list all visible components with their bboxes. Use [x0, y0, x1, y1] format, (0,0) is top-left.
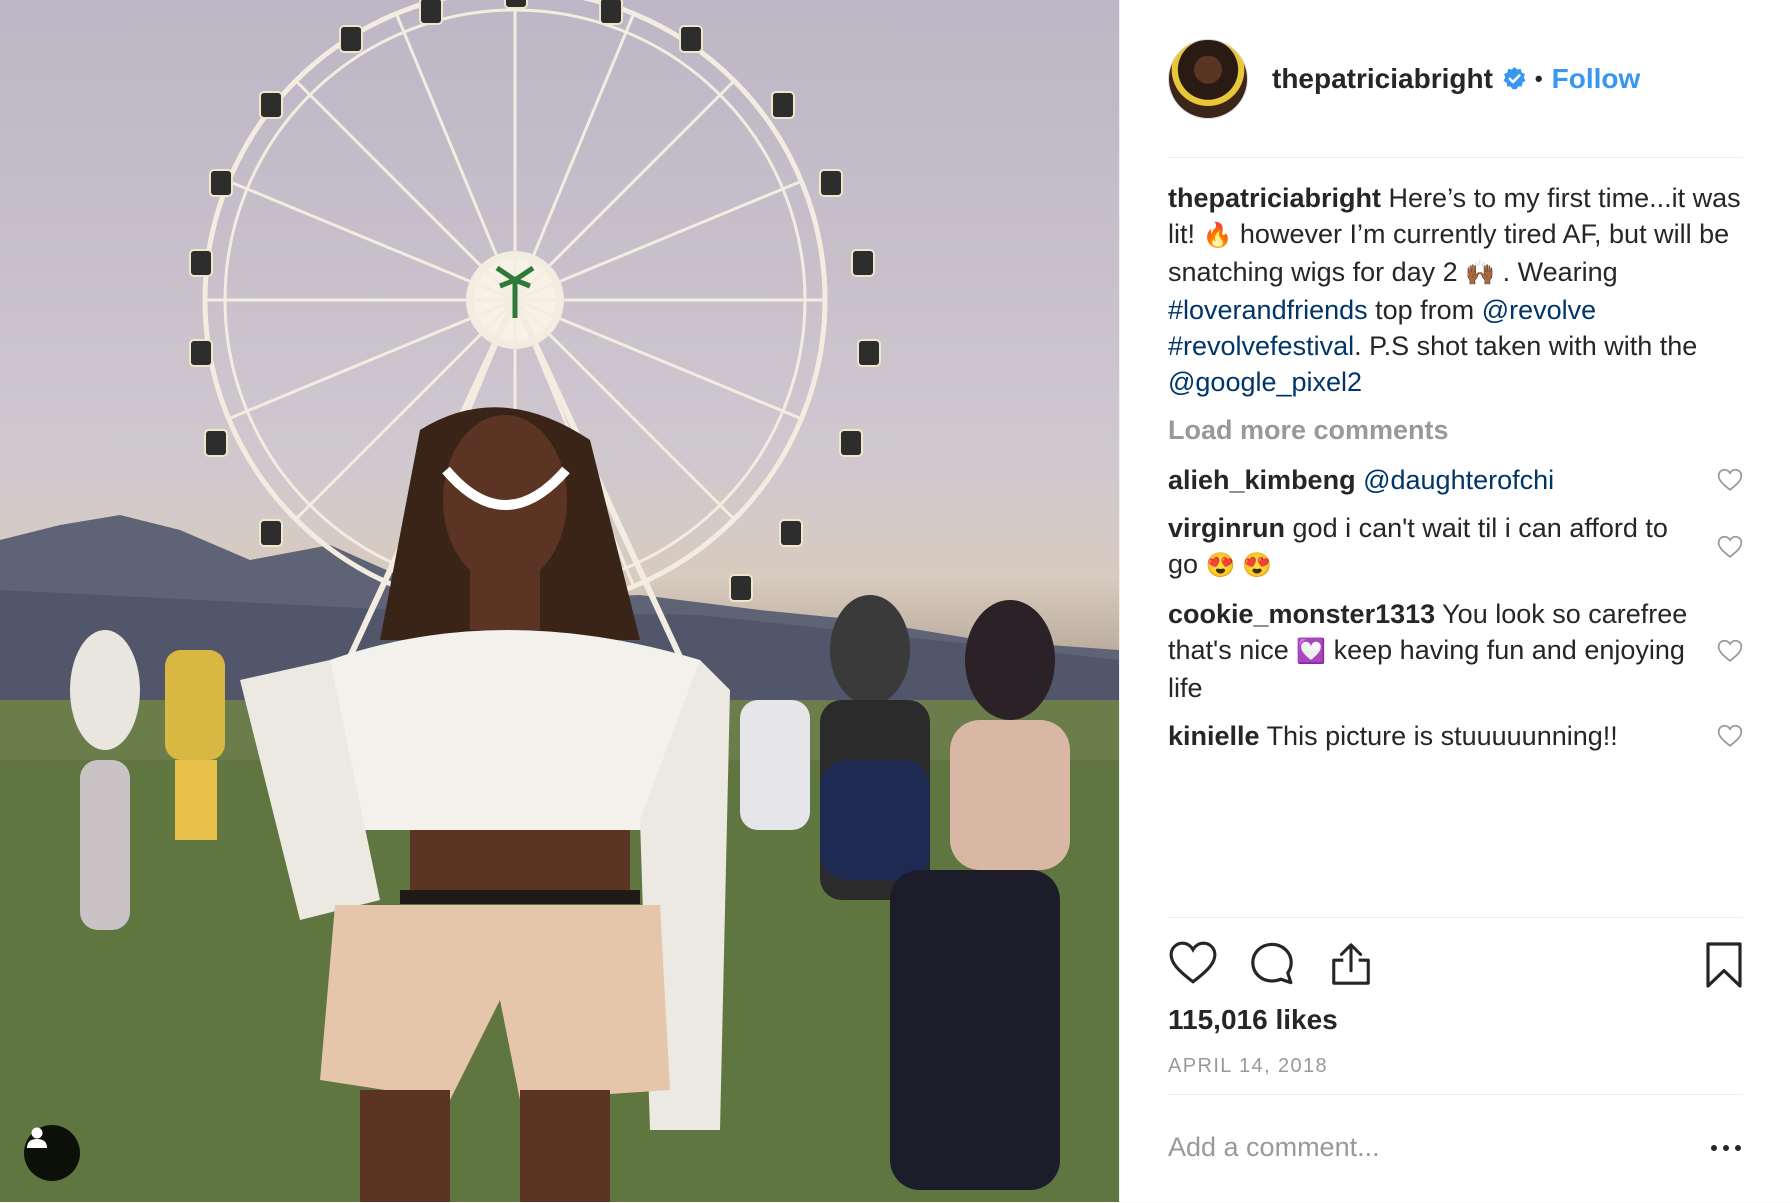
post-actions: 115,016 likes APRIL 14, 2018 [1168, 917, 1743, 1203]
likes-count[interactable]: 115,016 likes [1168, 1004, 1338, 1036]
comment-like-heart-icon[interactable] [1717, 639, 1743, 663]
comment-item: cookie_monster1313 You look so carefree … [1168, 596, 1743, 706]
add-comment-bar [1168, 1094, 1743, 1203]
comments-section: thepatriciabright Here’s to my first tim… [1168, 180, 1743, 766]
share-upload-icon[interactable] [1328, 940, 1374, 988]
verified-badge-icon [1503, 67, 1526, 90]
post-side-panel: thepatriciabright • Follow thepatriciabr… [1119, 0, 1790, 1202]
user-tag-icon [27, 1127, 47, 1148]
mention-link[interactable]: @daughterofchi [1363, 465, 1554, 495]
post-date[interactable]: APRIL 14, 2018 [1168, 1055, 1328, 1078]
raised-hands-emoji: 🙌🏾 [1465, 260, 1496, 287]
caption-text: however I’m currently tired AF, but will… [1168, 219, 1730, 287]
comment-item: alieh_kimbeng @daughterofchi [1168, 462, 1743, 498]
caption-text: . Wearing [1495, 257, 1618, 287]
comment-like-heart-icon[interactable] [1717, 468, 1743, 492]
post-caption: thepatriciabright Here’s to my first tim… [1168, 180, 1743, 400]
hashtag-link[interactable]: #revolvefestival [1168, 331, 1354, 361]
caption-text: top from [1367, 295, 1482, 325]
comment-username[interactable]: cookie_monster1313 [1168, 599, 1435, 629]
load-more-comments-button[interactable]: Load more comments [1168, 412, 1743, 448]
fire-emoji: 🔥 [1202, 222, 1233, 249]
comment-like-heart-icon[interactable] [1717, 724, 1743, 748]
header-username[interactable]: thepatriciabright [1272, 63, 1493, 95]
instagram-post: thepatriciabright • Follow thepatriciabr… [0, 0, 1790, 1202]
add-comment-input[interactable] [1168, 1125, 1668, 1169]
festival-photo-illustration [0, 0, 1119, 1202]
follow-button[interactable]: Follow [1552, 63, 1641, 95]
tag-user-button[interactable] [24, 1125, 80, 1181]
bookmark-icon[interactable] [1704, 940, 1744, 990]
post-header: thepatriciabright • Follow [1168, 0, 1743, 158]
hashtag-link[interactable]: #loverandfriends [1168, 295, 1368, 325]
heart-decoration-emoji: 💟 [1296, 638, 1327, 665]
mention-link[interactable]: @google_pixel2 [1168, 367, 1362, 397]
comment-username[interactable]: virginrun [1168, 513, 1285, 543]
comment-username[interactable]: kinielle [1168, 721, 1260, 751]
heart-icon[interactable] [1168, 940, 1218, 986]
post-photo[interactable] [0, 0, 1119, 1202]
caption-username[interactable]: thepatriciabright [1168, 183, 1381, 213]
comment-text: This picture is stuuuuunning!! [1266, 721, 1618, 751]
more-options-icon[interactable] [1709, 1133, 1743, 1163]
comment-bubble-icon[interactable] [1248, 940, 1296, 988]
comment-item: kinielle This picture is stuuuuunning!! [1168, 718, 1743, 754]
comment-username[interactable]: alieh_kimbeng [1168, 465, 1356, 495]
heart-eyes-emoji: 😍 😍 [1205, 552, 1272, 579]
avatar[interactable] [1168, 38, 1248, 119]
comment-item: virginrun god i can't wait til i can aff… [1168, 510, 1743, 584]
comment-like-heart-icon[interactable] [1717, 535, 1743, 559]
header-separator-dot: • [1534, 65, 1543, 91]
caption-text: . P.S shot taken with with the [1354, 331, 1698, 361]
mention-link[interactable]: @revolve [1482, 295, 1596, 325]
